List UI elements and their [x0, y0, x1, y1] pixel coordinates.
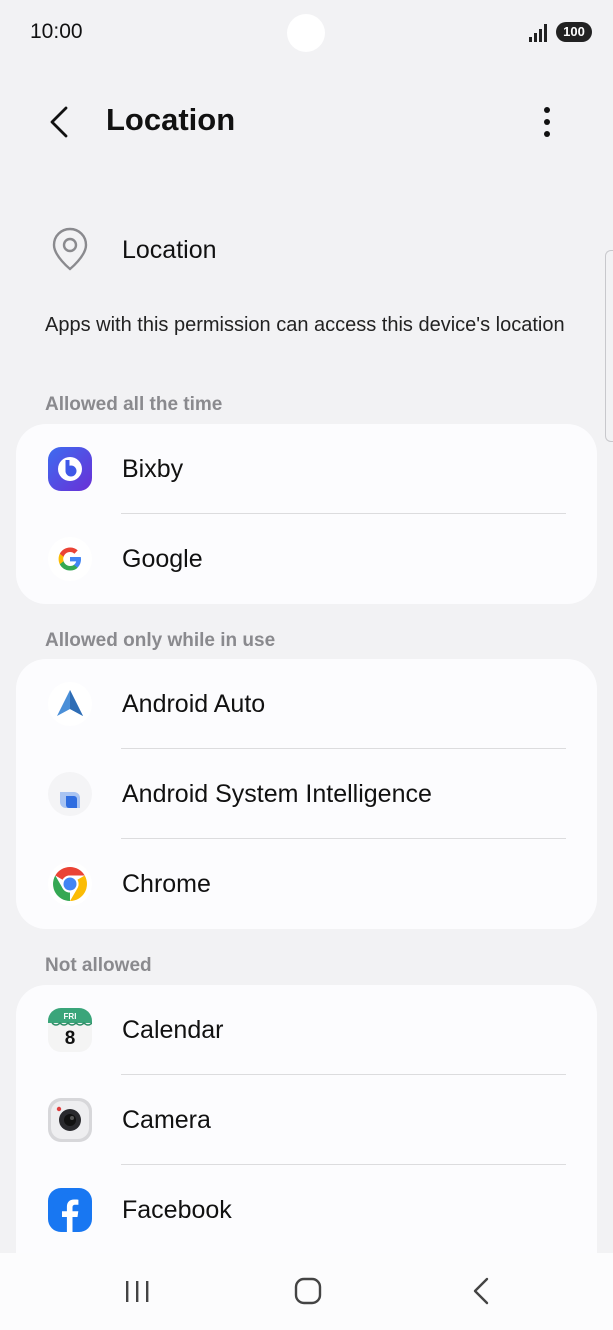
bixby-icon	[48, 447, 92, 491]
card-while-in-use: Android Auto Android System Intelligence…	[16, 659, 597, 929]
app-name: Calendar	[122, 1016, 224, 1044]
app-name: Chrome	[122, 870, 211, 898]
section-header-not-allowed: Not allowed	[45, 955, 152, 976]
card-not-allowed: FRI 8 Calendar Camera Facebook	[16, 985, 597, 1253]
app-name: Bixby	[122, 455, 184, 483]
location-pin-icon	[52, 227, 88, 271]
permission-label: Location	[122, 236, 217, 264]
android-system-intelligence-icon	[48, 772, 92, 816]
nav-back-button[interactable]	[461, 1273, 501, 1309]
app-name: Google	[122, 545, 203, 573]
android-auto-icon	[48, 682, 92, 726]
more-options-button[interactable]	[532, 104, 562, 140]
more-vertical-icon	[544, 107, 550, 137]
section-header-while-in-use: Allowed only while in use	[45, 630, 276, 651]
permission-description: Apps with this permission can access thi…	[45, 314, 565, 336]
calendar-day-text: FRI	[64, 1012, 77, 1021]
app-row-google[interactable]: Google	[16, 514, 597, 604]
facebook-icon	[48, 1188, 92, 1232]
camera-icon	[48, 1098, 92, 1142]
chevron-left-icon	[50, 106, 68, 138]
signal-icon	[529, 24, 547, 42]
app-name: Camera	[122, 1106, 211, 1134]
back-icon	[473, 1277, 489, 1305]
scroll-handle[interactable]	[605, 250, 613, 442]
recents-icon	[126, 1281, 149, 1302]
back-button[interactable]	[42, 100, 78, 144]
app-row-facebook[interactable]: Facebook	[16, 1165, 597, 1253]
app-row-camera[interactable]: Camera	[16, 1075, 597, 1165]
app-row-calendar[interactable]: FRI 8 Calendar	[16, 985, 597, 1075]
app-row-android-system-intelligence[interactable]: Android System Intelligence	[16, 749, 597, 839]
app-row-android-auto[interactable]: Android Auto	[16, 659, 597, 749]
app-name: Facebook	[122, 1196, 232, 1224]
calendar-icon: FRI 8	[48, 1008, 92, 1052]
app-name: Android Auto	[122, 690, 266, 718]
status-bar: 10:00 100	[0, 0, 613, 64]
calendar-date-text: 8	[65, 1028, 76, 1049]
google-icon	[48, 537, 92, 581]
chrome-icon	[48, 862, 92, 906]
page-title: Location	[106, 102, 236, 137]
battery-icon: 100	[556, 22, 592, 42]
card-allowed-all-time: Bixby Google	[16, 424, 597, 604]
home-icon	[294, 1277, 322, 1305]
camera-cutout	[287, 14, 325, 52]
app-row-chrome[interactable]: Chrome	[16, 839, 597, 929]
section-header-allowed-all-time: Allowed all the time	[45, 394, 223, 415]
recents-button[interactable]	[117, 1273, 157, 1309]
app-row-bixby[interactable]: Bixby	[16, 424, 597, 514]
navigation-bar	[0, 1253, 613, 1330]
status-time: 10:00	[30, 20, 83, 43]
home-button[interactable]	[288, 1273, 328, 1309]
app-name: Android System Intelligence	[122, 780, 432, 808]
